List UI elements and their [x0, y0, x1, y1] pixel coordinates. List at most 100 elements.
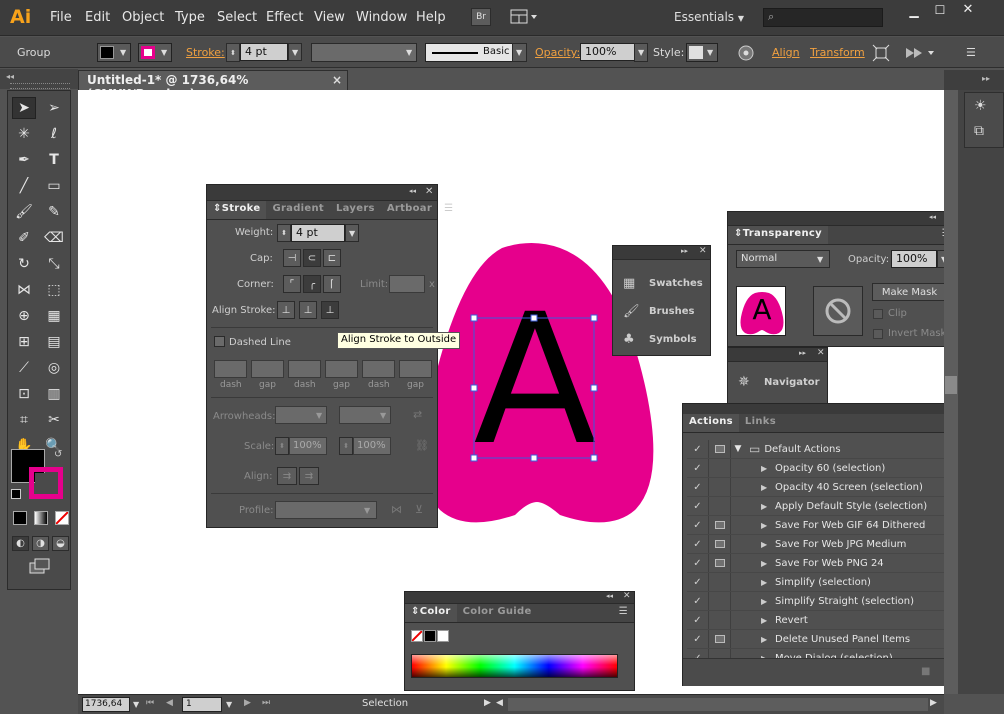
selection-handle[interactable]: [590, 454, 598, 462]
arrow-align-extend-button[interactable]: ⇉: [277, 467, 297, 485]
white-swatch[interactable]: [437, 630, 449, 642]
recolor-artwork-button[interactable]: [737, 44, 755, 62]
align-stroke-inside-button[interactable]: ⊥: [299, 301, 317, 319]
gradient-mode-button[interactable]: [34, 511, 48, 525]
artboard-tool[interactable]: ⌗: [12, 409, 36, 431]
previous-artboard-icon[interactable]: ◀: [166, 698, 173, 708]
status-menu-icon[interactable]: ▶: [484, 698, 491, 708]
horizontal-scrollbar[interactable]: [508, 698, 928, 711]
chevron-down-icon[interactable]: ▼: [226, 700, 232, 709]
opacity-link[interactable]: Opacity:: [535, 46, 580, 59]
menu-help[interactable]: Help: [416, 10, 446, 25]
variable-width-profile-dropdown[interactable]: ▼: [311, 43, 417, 62]
dialog-toggle[interactable]: [709, 573, 731, 591]
paintbrush-tool[interactable]: 🖌: [12, 201, 36, 223]
clip-checkbox[interactable]: [873, 309, 883, 319]
scroll-right-icon[interactable]: ▶: [930, 698, 937, 708]
appearance-icon[interactable]: ☀: [974, 98, 987, 114]
align-stroke-outside-button[interactable]: ⊥: [321, 301, 339, 319]
selection-handle[interactable]: [470, 454, 478, 462]
stroke-weight-input[interactable]: 4 pt: [240, 43, 288, 61]
dashed-line-checkbox[interactable]: [214, 336, 225, 347]
chevron-right-icon[interactable]: ▶: [761, 578, 775, 587]
menu-edit[interactable]: Edit: [85, 10, 110, 25]
rectangle-tool[interactable]: ▭: [42, 175, 66, 197]
dialog-toggle[interactable]: [709, 478, 731, 496]
dialog-toggle[interactable]: [709, 516, 731, 534]
toggle-item-check-icon[interactable]: ✓: [687, 516, 709, 534]
expand-icon[interactable]: ▸▸: [982, 74, 990, 83]
selection-handle[interactable]: [530, 454, 538, 462]
panel-grip[interactable]: [10, 83, 70, 89]
brush-definition-dropdown[interactable]: Basic ▼: [425, 43, 527, 62]
column-graph-tool[interactable]: ▥: [42, 383, 66, 405]
blend-mode-dropdown[interactable]: Normal ▼: [736, 250, 830, 268]
control-bar-menu-button[interactable]: ☰: [966, 46, 986, 60]
search-field[interactable]: ⌕: [763, 8, 883, 27]
magic-wand-tool[interactable]: ✳: [12, 123, 36, 145]
round-join-button[interactable]: ╭: [303, 275, 321, 293]
opacity-mask-thumbnail[interactable]: [813, 286, 863, 336]
eraser-tool[interactable]: ⌫: [42, 227, 66, 249]
close-tab-icon[interactable]: ×: [332, 73, 342, 87]
tab-actions[interactable]: Actions: [683, 414, 739, 432]
chevron-down-icon[interactable]: ▼: [133, 700, 139, 709]
dash-input-1[interactable]: [214, 360, 247, 378]
black-swatch[interactable]: [424, 630, 436, 642]
fill-color-dropdown[interactable]: ▼: [97, 43, 131, 62]
selection-handles[interactable]: [470, 314, 598, 462]
close-icon[interactable]: ✕: [817, 348, 825, 358]
perspective-grid-tool[interactable]: ▦: [42, 305, 66, 327]
chevron-right-icon[interactable]: ▶: [761, 464, 775, 473]
last-artboard-icon[interactable]: ⏭: [262, 698, 270, 708]
vertical-scrollbar[interactable]: [944, 90, 958, 694]
toggle-item-check-icon[interactable]: ✓: [687, 459, 709, 477]
chevron-right-icon[interactable]: ▶: [761, 540, 775, 549]
opacity-input[interactable]: 100%: [580, 43, 635, 61]
transparency-opacity-input[interactable]: 100%: [891, 250, 937, 268]
scrollbar-thumb[interactable]: [945, 376, 957, 394]
stroke-weight-field[interactable]: ⬍ 4 pt ▼: [226, 43, 302, 62]
direct-selection-tool[interactable]: ➢: [42, 97, 66, 119]
start-arrowhead-dropdown[interactable]: ▼: [275, 406, 327, 424]
chevron-right-icon[interactable]: ▶: [761, 483, 775, 492]
swatches-panel-button[interactable]: ▦ Swatches: [619, 276, 709, 296]
artboard-number-input[interactable]: 1: [182, 697, 222, 712]
tab-gradient[interactable]: Gradient: [266, 201, 330, 219]
gap-input-1[interactable]: [251, 360, 284, 378]
isolate-button[interactable]: [872, 44, 890, 62]
screen-mode-button[interactable]: [29, 558, 51, 576]
artboards-icon[interactable]: ⧉: [974, 123, 984, 139]
transform-link[interactable]: Transform: [810, 46, 865, 59]
eyedropper-tool[interactable]: ⟋: [12, 357, 36, 379]
shape-builder-tool[interactable]: ⊕: [12, 305, 36, 327]
dialog-toggle[interactable]: [709, 440, 731, 458]
collapse-icon[interactable]: ◂◂: [929, 213, 936, 221]
toggle-item-check-icon[interactable]: ✓: [687, 554, 709, 572]
close-icon[interactable]: ✕: [623, 591, 631, 601]
arrow-align-place-button[interactable]: ⇉: [299, 467, 319, 485]
minimize-button[interactable]: ▁: [904, 4, 924, 18]
gradient-tool[interactable]: ▤: [42, 331, 66, 353]
dialog-toggle[interactable]: [709, 459, 731, 477]
next-artboard-icon[interactable]: ▶: [244, 698, 251, 708]
line-tool[interactable]: ╱: [12, 175, 36, 197]
swap-fill-stroke-icon[interactable]: ↺: [54, 449, 62, 460]
toggle-item-check-icon[interactable]: ✓: [687, 630, 709, 648]
collapsed-panel-titlebar[interactable]: ▸▸ ✕: [613, 246, 710, 260]
chevron-down-icon[interactable]: ▼: [731, 444, 745, 454]
menu-file[interactable]: File: [50, 10, 72, 25]
transparency-titlebar[interactable]: ◂◂ ✕: [728, 212, 957, 226]
panel-menu-button[interactable]: ☰: [438, 201, 459, 219]
arrange-documents-button[interactable]: [510, 9, 538, 25]
menu-type[interactable]: Type: [175, 10, 205, 25]
stroke-color-dropdown[interactable]: ▼: [138, 43, 172, 62]
arrange-button[interactable]: [904, 44, 936, 62]
free-transform-tool[interactable]: ⬚: [42, 279, 66, 301]
round-cap-button[interactable]: ⊂: [303, 249, 321, 267]
draw-inside-button[interactable]: ◒: [52, 536, 69, 551]
maximize-button[interactable]: ☐: [930, 3, 950, 17]
invert-mask-checkbox[interactable]: [873, 329, 883, 339]
flip-across-icon[interactable]: ⊻: [415, 503, 423, 516]
toggle-item-check-icon[interactable]: ✓: [687, 611, 709, 629]
